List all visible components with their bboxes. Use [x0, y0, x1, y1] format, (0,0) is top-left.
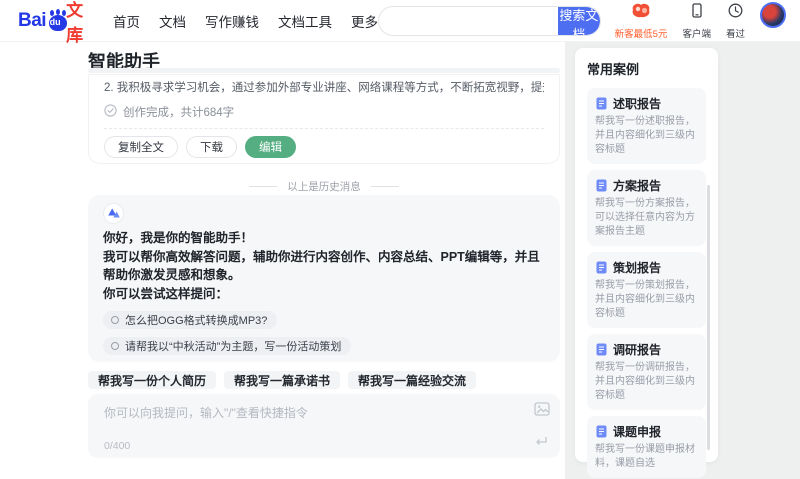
quick-prompt-experience[interactable]: 帮我写一篇经验交流 — [348, 371, 477, 389]
case-item-diaoyan[interactable]: 调研报告 帮我写一份调研报告，并且内容细化到三级内容标题 — [587, 334, 706, 410]
circle-icon — [111, 316, 119, 324]
header: Bai du 文库 首页 文档 写作赚钱 文档工具 更多 搜索文档 新客最低5元… — [0, 0, 800, 45]
result-text-line: 2. 我积极寻求学习机会，通过参加外部专业讲座、网络课程等方式，不断拓宽视野，提… — [104, 82, 544, 94]
suggestion-chip-ogg-mp3[interactable]: 怎么把OGG格式转换成MP3? — [103, 311, 278, 329]
user-avatar[interactable] — [760, 1, 786, 28]
client-entry[interactable]: 客户端 — [682, 2, 711, 40]
divider-line-left — [249, 186, 278, 187]
logo-du-text: du — [49, 16, 61, 27]
doc-icon — [596, 425, 607, 438]
phone-icon — [689, 2, 705, 24]
enter-send-icon[interactable] — [534, 434, 548, 452]
promo-gift-icon — [629, 2, 653, 24]
clock-icon — [727, 2, 744, 24]
search-button[interactable]: 搜索文档 — [558, 6, 600, 35]
assistant-welcome-message: 你好，我是你的智能助手！ 我可以帮你高效解答问题，辅助你进行内容创作、内容总结、… — [88, 195, 560, 362]
image-upload-icon[interactable] — [534, 402, 550, 421]
assistant-logo-icon — [107, 208, 120, 218]
message-composer: 0/400 — [88, 394, 560, 458]
quick-prompt-pledge[interactable]: 帮我写一篇承诺书 — [224, 371, 341, 389]
search-input[interactable] — [379, 6, 559, 35]
nav-doc-tools[interactable]: 文档工具 — [278, 11, 332, 31]
baidu-paw-icon: du — [47, 8, 68, 32]
intro-line: 我可以帮你高效解答问题，辅助你进行内容创作、内容总结、PPT编辑等，并且帮助你激… — [103, 249, 540, 283]
greeting-line: 你好，我是你的智能助手！ — [103, 231, 254, 245]
divider-label: 以上是历史消息 — [287, 181, 361, 193]
dashed-divider — [104, 128, 544, 129]
cases-panel-title: 常用案例 — [587, 62, 640, 77]
doc-icon — [596, 343, 607, 356]
case-list: 述职报告 帮我写一份述职报告，并且内容细化到三级内容标题 方案报告 帮我写一份方… — [587, 88, 706, 479]
circle-icon — [111, 342, 119, 350]
doc-icon — [596, 97, 607, 110]
history-divider: 以上是历史消息 — [88, 179, 560, 194]
check-circle-icon — [104, 104, 117, 120]
nav-write-earn[interactable]: 写作赚钱 — [205, 11, 259, 31]
main-nav: 首页 文档 写作赚钱 文档工具 更多 — [113, 11, 378, 31]
edit-button[interactable]: 编辑 — [245, 136, 296, 158]
logo-bai-text: Bai — [18, 9, 47, 31]
result-actions: 复制全文 下载 编辑 — [104, 136, 544, 158]
suggestion-chip-midautumn[interactable]: 请帮我以“中秋活动”为主题，写一份活动策划 — [103, 337, 352, 355]
char-counter: 0/400 — [104, 440, 131, 452]
sidebar-scrollbar[interactable] — [707, 185, 710, 450]
case-item-cehua[interactable]: 策划报告 帮我写一份策划报告，并且内容细化到三级内容标题 — [587, 252, 706, 328]
scrolled-message-remnant — [88, 68, 560, 73]
promo-label: 新客最低5元 — [614, 28, 668, 40]
promo-entry[interactable]: 新客最低5元 — [614, 2, 668, 40]
case-item-fangan[interactable]: 方案报告 帮我写一份方案报告，可以选择任意内容为方案报告主题 — [587, 170, 706, 246]
logo-wenku-text: 文库 — [66, 0, 84, 45]
baidu-wenku-assistant-page: Bai du 文库 首页 文档 写作赚钱 文档工具 更多 搜索文档 新客最低5元… — [0, 0, 800, 479]
try-label: 你可以尝试这样提问： — [103, 286, 229, 301]
doc-icon — [596, 179, 607, 192]
header-icons: 新客最低5元 客户端 看过 — [614, 1, 786, 40]
nav-docs[interactable]: 文档 — [159, 11, 186, 31]
viewed-label: 看过 — [725, 28, 745, 40]
copy-full-text-button[interactable]: 复制全文 — [104, 136, 178, 158]
nav-home[interactable]: 首页 — [113, 11, 140, 31]
download-button[interactable]: 下载 — [186, 136, 237, 158]
generation-status: 创作完成，共计684字 — [104, 104, 544, 120]
assistant-avatar — [103, 203, 124, 224]
doc-icon — [596, 261, 607, 274]
generation-result-card: 2. 我积极寻求学习机会，通过参加外部专业讲座、网络课程等方式，不断拓宽视野，提… — [88, 74, 560, 164]
nav-more[interactable]: 更多 — [351, 11, 378, 31]
status-text: 创作完成，共计684字 — [123, 107, 235, 119]
case-item-keti[interactable]: 课题申报 帮我写一份课题申报材料，课题自选 — [587, 416, 706, 478]
search-bar: 搜索文档 — [378, 5, 601, 36]
common-cases-panel: 常用案例 述职报告 帮我写一份述职报告，并且内容细化到三级内容标题 方案报告 帮… — [575, 48, 718, 478]
quick-prompt-resume[interactable]: 帮我写一份个人简历 — [88, 371, 217, 389]
quick-prompt-row: 帮我写一份个人简历 帮我写一篇承诺书 帮我写一篇经验交流 — [88, 371, 477, 389]
viewed-entry[interactable]: 看过 — [726, 2, 745, 40]
suggestion-list: 怎么把OGG格式转换成MP3? 请帮我以“中秋活动”为主题，写一份活动策划 请辅… — [103, 311, 545, 362]
message-input[interactable] — [88, 394, 560, 458]
wenku-logo[interactable]: Bai du 文库 — [18, 0, 91, 46]
client-label: 客户端 — [682, 28, 711, 40]
divider-line-right — [370, 186, 399, 187]
case-item-shuzhi[interactable]: 述职报告 帮我写一份述职报告，并且内容细化到三级内容标题 — [587, 88, 706, 164]
